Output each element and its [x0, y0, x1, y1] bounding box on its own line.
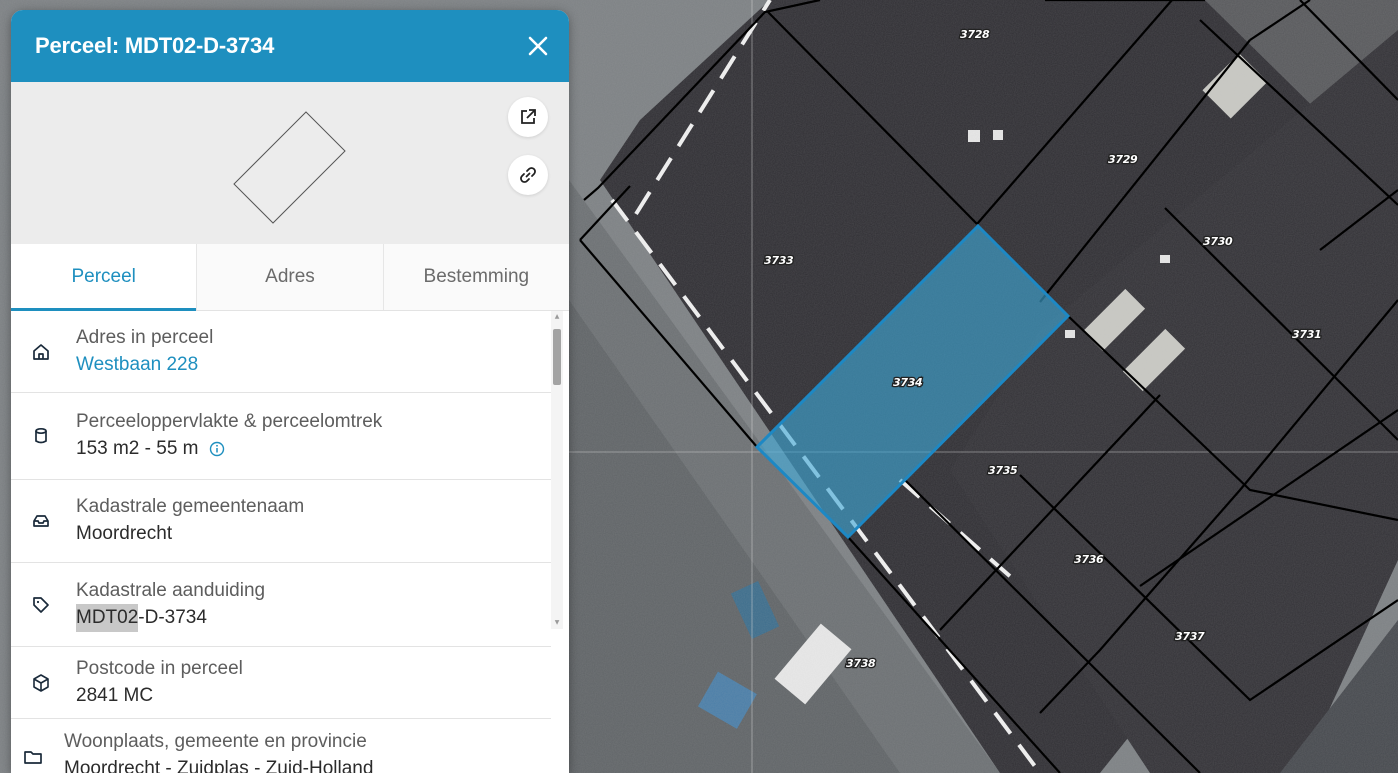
scroll-down-arrow[interactable]: ▼ [553, 619, 561, 627]
details-list: Adres in perceel Westbaan 228 Perceelopp… [11, 311, 551, 773]
tab-adres[interactable]: Adres [197, 244, 384, 310]
list-item-woonplaats: Woonplaats, gemeente en provincie Moordr… [11, 719, 551, 773]
parcel-label-3729: 3729 [1108, 153, 1138, 166]
box-icon [29, 671, 53, 695]
panel-tabs: Perceel Adres Bestemming [11, 244, 569, 311]
open-external-button[interactable] [508, 97, 548, 137]
parcel-label-3735: 3735 [988, 464, 1018, 477]
parcel-label-3738: 3738 [846, 657, 876, 670]
parcel-outline-thumbnail [233, 111, 346, 224]
parcel-info-panel: Perceel: MDT02-D-3734 Perceel Adres Best… [11, 10, 569, 773]
link-icon [520, 167, 536, 183]
item-label: Postcode in perceel [76, 657, 243, 679]
list-item-adres: Adres in perceel Westbaan 228 [11, 311, 551, 393]
item-label: Adres in perceel [76, 326, 214, 348]
item-value-row: 153 m2 - 55 m [76, 435, 382, 463]
parcel-label-3728: 3728 [960, 28, 990, 41]
copy-link-button[interactable] [508, 155, 548, 195]
parcel-label-3736: 3736 [1074, 553, 1104, 566]
home-icon [29, 340, 53, 364]
details-scrollbar[interactable]: ▲ ▼ [551, 311, 563, 629]
external-link-icon [521, 109, 536, 124]
close-button[interactable] [521, 29, 555, 63]
scroll-up-arrow[interactable]: ▲ [553, 313, 561, 321]
info-icon[interactable] [209, 441, 225, 457]
folder-icon [21, 745, 45, 769]
item-label: Perceeloppervlakte & perceelomtrek [76, 411, 383, 432]
item-value: Moordrecht - Zuidplas - Zuid-Holland [64, 758, 374, 773]
item-value: Moordrecht [76, 523, 173, 544]
list-item-gemeentenaam: Kadastrale gemeentenaam Moordrecht [11, 480, 551, 563]
list-item-oppervlakte: Perceeloppervlakte & perceelomtrek 153 m… [11, 393, 551, 480]
list-item-postcode: Postcode in perceel 2841 MC [11, 647, 551, 719]
panel-title: Perceel: MDT02-D-3734 [35, 33, 275, 58]
parcel-label-3737: 3737 [1175, 630, 1205, 643]
item-label: Kadastrale gemeentenaam [76, 496, 305, 517]
item-label: Kadastrale aanduiding [76, 579, 266, 601]
list-item-aanduiding: Kadastrale aanduiding MDT02 -D-3734 [11, 563, 551, 647]
parcel-label-3731: 3731 [1292, 328, 1321, 341]
scroll-thumb[interactable] [553, 329, 561, 385]
parcel-label-3730: 3730 [1203, 235, 1233, 248]
tag-icon [29, 593, 53, 617]
item-value: 2841 MC [76, 684, 154, 706]
item-value: -D-3734 [138, 606, 207, 628]
details-list-container: Adres in perceel Westbaan 228 Perceelopp… [11, 311, 569, 773]
inbox-icon [29, 509, 53, 533]
panel-header: Perceel: MDT02-D-3734 [11, 10, 569, 82]
address-link[interactable]: Westbaan 228 [76, 351, 213, 379]
item-value: 153 m2 - 55 m [76, 438, 199, 459]
parcel-shape-preview [11, 82, 569, 244]
parcel-label-3733: 3733 [764, 254, 794, 267]
tab-bestemming[interactable]: Bestemming [384, 244, 569, 310]
item-label: Woonplaats, gemeente en provincie [64, 731, 367, 752]
parcel-label-3734: 3734 [893, 376, 922, 389]
item-value-row: MDT02 -D-3734 [76, 603, 265, 632]
close-icon [528, 36, 548, 56]
highlighted-text: MDT02 [76, 603, 139, 632]
tab-perceel[interactable]: Perceel [11, 244, 198, 311]
cylinder-icon [29, 424, 53, 448]
